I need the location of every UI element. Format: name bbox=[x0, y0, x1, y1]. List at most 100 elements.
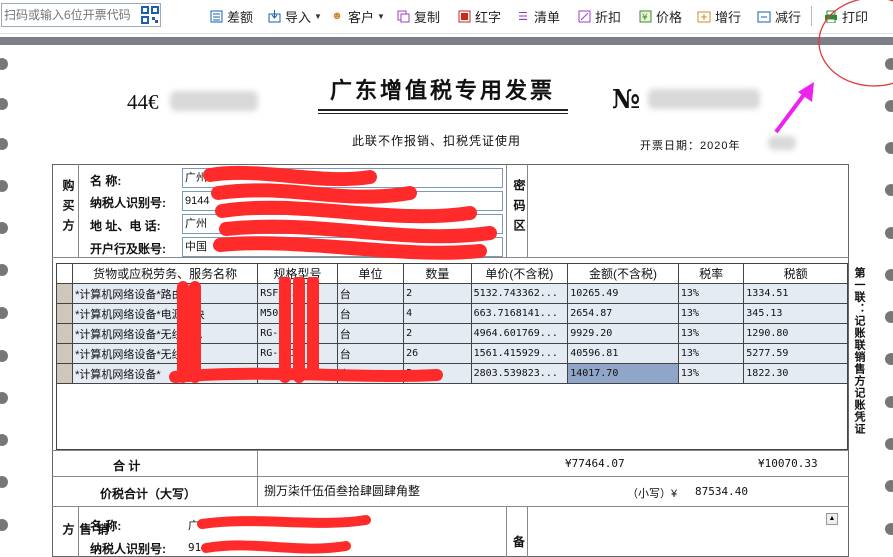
add-row-label: 增行 bbox=[715, 9, 742, 25]
discount-button[interactable]: 折扣 bbox=[577, 6, 621, 26]
seller-tax-label: 纳税人识别号: bbox=[90, 542, 166, 556]
add-row-button[interactable]: 增行 bbox=[697, 6, 741, 26]
rate-cell[interactable]: 13% bbox=[677, 323, 745, 344]
price-label: 价格 bbox=[656, 9, 683, 25]
col-header-tax: 税额 bbox=[743, 263, 848, 284]
amount-cell[interactable]: 2654.87 bbox=[567, 303, 679, 324]
rate-cell[interactable]: 13% bbox=[677, 343, 745, 364]
row-handle[interactable] bbox=[55, 323, 74, 344]
goods-name: *计算机网络设备* bbox=[75, 308, 161, 321]
rate-cell[interactable]: 13% bbox=[677, 303, 745, 324]
buyer-bank-label: 开户行及账号: bbox=[90, 242, 166, 256]
chevron-down-icon: ▼ bbox=[314, 11, 322, 21]
price-cell[interactable]: 4964.601769... bbox=[470, 323, 569, 344]
seller-name-label: 名 称: bbox=[90, 519, 122, 533]
perforation-hole bbox=[885, 142, 893, 154]
invoice-title: 广东增值税专用发票 bbox=[330, 78, 556, 104]
bullet-list-icon: ☰ bbox=[518, 10, 528, 23]
amount-cell[interactable]: 10265.49 bbox=[567, 283, 679, 304]
rate-cell[interactable]: 13% bbox=[677, 363, 745, 384]
tax-cell[interactable]: 5277.59 bbox=[743, 343, 848, 364]
customer-button[interactable]: ☻ 客户 ▼ bbox=[330, 6, 385, 26]
copy-side-label-b: 记账联 bbox=[853, 315, 865, 351]
delete-row-label: 减行 bbox=[775, 9, 802, 25]
tax-cell[interactable]: 1822.30 bbox=[743, 363, 848, 384]
grand-total-small-value: 87534.40 bbox=[695, 485, 748, 498]
title-underline bbox=[318, 109, 568, 111]
row-handle[interactable] bbox=[55, 283, 74, 304]
delete-row-icon bbox=[757, 9, 771, 23]
tax-cell[interactable]: 1290.80 bbox=[743, 323, 848, 344]
price-button[interactable]: ¥ 价格 bbox=[638, 6, 682, 26]
row-handle[interactable] bbox=[55, 363, 74, 384]
copy-side-label-a: 第一联： bbox=[853, 267, 865, 315]
toolbar-separator-band bbox=[0, 37, 893, 45]
chevron-down-icon: ▼ bbox=[377, 11, 385, 21]
diff-button[interactable]: 差额 bbox=[209, 6, 253, 26]
row-header-corner bbox=[55, 263, 74, 284]
divider bbox=[52, 450, 849, 451]
qr-code-icon[interactable] bbox=[141, 6, 159, 24]
toolbar: 差额 导入 ▼ ☻ 客户 ▼ 复制 红字 ☰ 清单 折扣 ¥ 价格 增行 减行 … bbox=[0, 0, 893, 34]
customer-label: 客户 bbox=[348, 9, 375, 25]
amount-cell[interactable]: 9929.20 bbox=[567, 323, 679, 344]
red-doc-icon bbox=[457, 9, 471, 23]
perforation-hole bbox=[0, 350, 8, 362]
perforation-hole bbox=[0, 58, 8, 70]
amount-cell-selected[interactable]: 14017.70 bbox=[567, 363, 679, 384]
perforation-hole bbox=[0, 222, 8, 234]
cipher-area-label: 密码区 bbox=[512, 179, 526, 239]
copy-button[interactable]: 复制 bbox=[396, 6, 440, 26]
scroll-up-arrow[interactable]: ▲ bbox=[826, 513, 838, 525]
divider bbox=[527, 506, 528, 557]
buyer-side-label: 购买方 bbox=[61, 179, 75, 239]
perforation-hole bbox=[885, 396, 893, 408]
perforation-hole bbox=[885, 184, 893, 196]
tax-cell[interactable]: 1334.51 bbox=[743, 283, 848, 304]
copy-side-label: 第一联：记账联销售方记账凭证 bbox=[851, 267, 867, 435]
import-icon bbox=[267, 9, 281, 23]
list-icon bbox=[209, 9, 223, 23]
buyer-address-label: 地 址、电 话: bbox=[90, 219, 161, 233]
row-handle[interactable] bbox=[55, 303, 74, 324]
tax-cell[interactable]: 345.13 bbox=[743, 303, 848, 324]
perforation-hole bbox=[0, 434, 8, 446]
divider bbox=[506, 506, 507, 557]
divider bbox=[52, 476, 849, 477]
goods-empty-area[interactable] bbox=[56, 384, 848, 450]
discount-label: 折扣 bbox=[595, 9, 622, 25]
grand-total-small-label: （小写）¥ bbox=[627, 488, 678, 500]
copy-label: 复制 bbox=[414, 9, 441, 25]
perforation-hole bbox=[0, 264, 8, 276]
perforation-hole bbox=[0, 180, 8, 192]
total-label: 合 计 bbox=[113, 459, 141, 473]
rate-cell[interactable]: 13% bbox=[677, 283, 745, 304]
annotation-arrow bbox=[774, 82, 814, 134]
goods-name: *计算机网络设备* bbox=[75, 328, 161, 341]
remark-label: 备 bbox=[513, 535, 526, 549]
scan-code-input[interactable] bbox=[4, 6, 134, 24]
price-cell[interactable]: 1561.415929... bbox=[470, 343, 569, 364]
row-handle[interactable] bbox=[55, 343, 74, 364]
import-label: 导入 bbox=[285, 9, 312, 25]
divider bbox=[506, 164, 507, 257]
col-header-rate: 税率 bbox=[677, 263, 745, 284]
scan-code-box bbox=[1, 3, 161, 27]
list-label: 清单 bbox=[534, 9, 561, 25]
invoice-paper: 44€ 广东增值税专用发票 此联不作报销、扣税凭证使用 № 开票日期：2020年… bbox=[0, 45, 893, 557]
redaction-scribble bbox=[169, 277, 443, 383]
blurred-invoice-number bbox=[648, 89, 760, 109]
divider bbox=[257, 450, 258, 476]
delete-row-button[interactable]: 减行 bbox=[757, 6, 801, 26]
perforation-hole bbox=[885, 100, 893, 112]
price-cell[interactable]: 5132.743362... bbox=[470, 283, 569, 304]
divider bbox=[78, 164, 79, 257]
price-cell[interactable]: 2803.539823... bbox=[470, 363, 569, 384]
red-invoice-button[interactable]: 红字 bbox=[457, 6, 501, 26]
import-button[interactable]: 导入 ▼ bbox=[267, 6, 322, 26]
perforation-hole bbox=[0, 476, 8, 488]
list-button[interactable]: ☰ 清单 bbox=[516, 6, 560, 26]
price-tag-icon: ¥ bbox=[638, 9, 652, 23]
amount-cell[interactable]: 40596.81 bbox=[567, 343, 679, 364]
price-cell[interactable]: 663.7168141... bbox=[470, 303, 569, 324]
